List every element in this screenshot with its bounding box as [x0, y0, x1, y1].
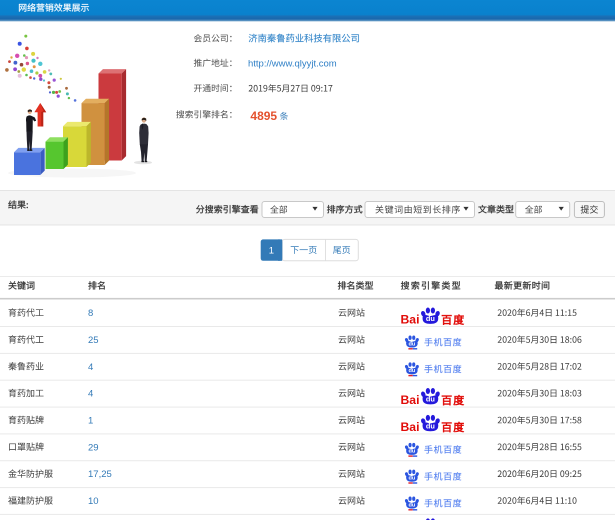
svg-text:du: du [408, 502, 415, 508]
svg-text:du: du [408, 368, 415, 374]
svg-text:du: du [408, 476, 415, 482]
svg-text:29: 29 [88, 442, 99, 453]
svg-text:1: 1 [88, 416, 93, 427]
svg-text:4: 4 [88, 362, 93, 373]
svg-text:du: du [426, 314, 436, 323]
svg-text:10: 10 [88, 496, 99, 507]
svg-text:Bai: Bai [401, 313, 420, 327]
svg-text:du: du [408, 449, 415, 455]
svg-text:http://www.qlyyjt.com: http://www.qlyyjt.com [248, 58, 337, 69]
svg-text:25: 25 [88, 335, 99, 346]
svg-text:Bai: Bai [401, 393, 420, 407]
svg-text:du: du [426, 395, 436, 404]
svg-text:du: du [426, 422, 436, 431]
svg-text:du: du [408, 341, 415, 347]
svg-text:17,25: 17,25 [88, 469, 112, 480]
svg-text:4895: 4895 [250, 109, 277, 123]
svg-text:8: 8 [88, 308, 93, 319]
svg-text:1: 1 [269, 246, 274, 257]
svg-text:Bai: Bai [401, 420, 420, 434]
svg-text:4: 4 [88, 389, 93, 400]
